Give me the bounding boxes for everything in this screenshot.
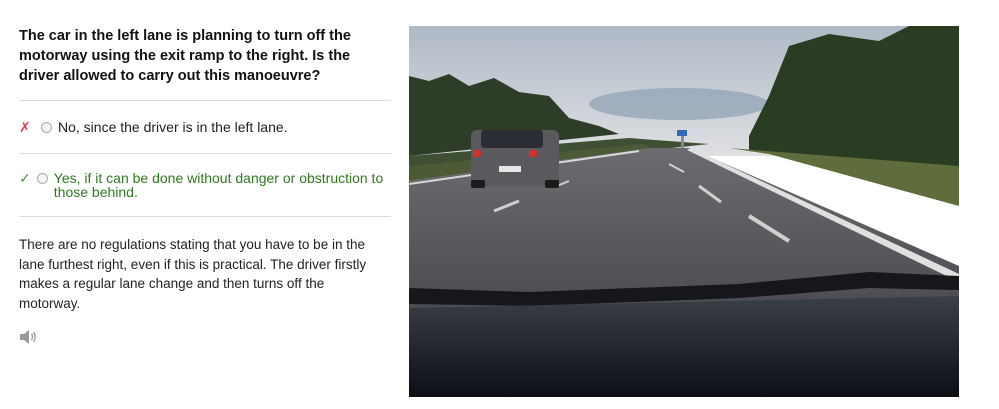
answer-option-1[interactable]: ✗ No, since the driver is in the left la… xyxy=(19,101,391,153)
divider xyxy=(19,216,391,217)
answer-text: Yes, if it can be done without danger or… xyxy=(53,170,384,200)
answer-option-2[interactable]: ✓ Yes, if it can be done without danger … xyxy=(19,154,391,216)
question-text: The car in the left lane is planning to … xyxy=(19,28,351,84)
question-panel: The car in the left lane is planning to … xyxy=(19,26,391,350)
speaker-icon[interactable] xyxy=(19,329,39,345)
answer-text: No, since the driver is in the left lane… xyxy=(58,119,288,135)
explanation-text: There are no regulations stating that yo… xyxy=(19,237,367,311)
road-photo xyxy=(409,26,959,397)
cross-icon: ✗ xyxy=(19,119,31,135)
motorway-scene xyxy=(409,26,959,397)
radio-button[interactable] xyxy=(41,121,52,133)
radio-button[interactable] xyxy=(36,173,48,184)
car xyxy=(471,130,559,188)
check-icon: ✓ xyxy=(19,170,31,186)
